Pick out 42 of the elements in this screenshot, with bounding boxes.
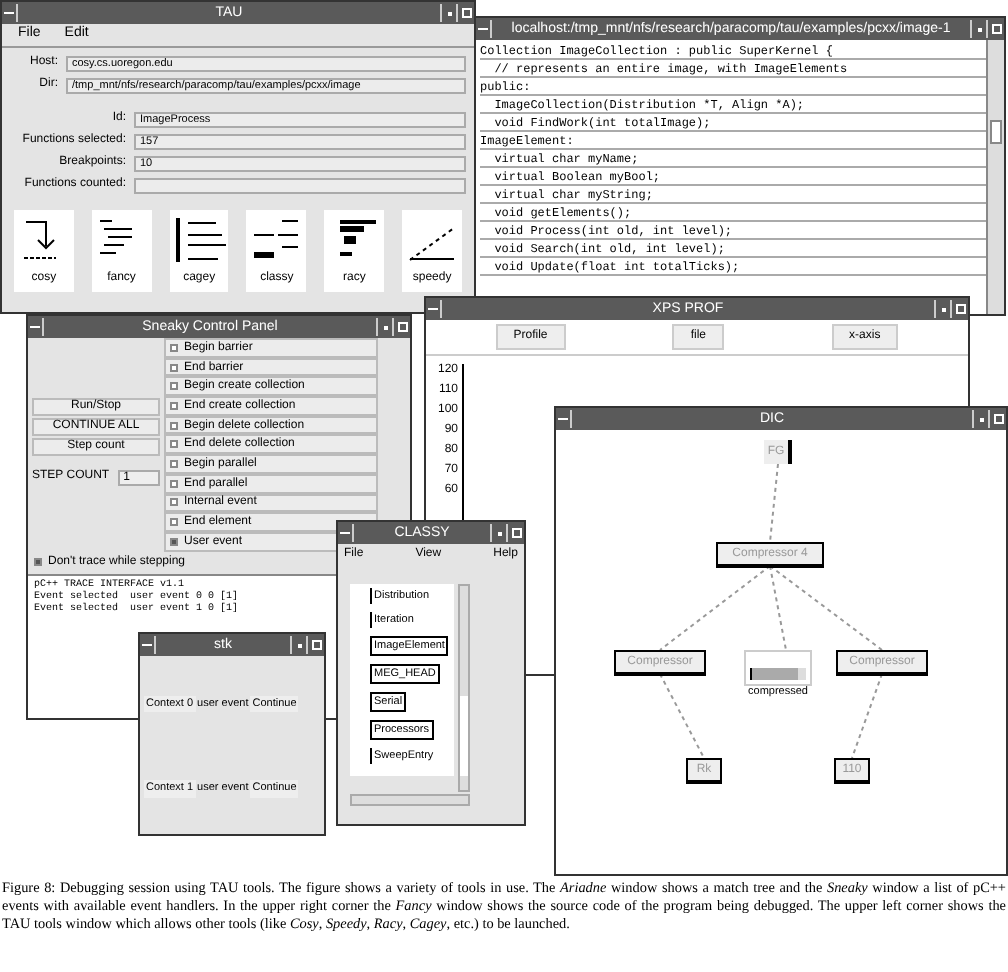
- window-menu-icon[interactable]: [338, 524, 354, 542]
- minimize-icon[interactable]: [970, 20, 986, 38]
- minimize-icon[interactable]: [376, 318, 392, 336]
- minimize-icon[interactable]: [934, 300, 950, 318]
- window-menu-icon[interactable]: [476, 20, 492, 38]
- tool-icon: [250, 216, 303, 264]
- window-menu-icon[interactable]: [2, 4, 18, 22]
- checkbox[interactable]: [170, 518, 178, 527]
- connector-line: [659, 673, 705, 759]
- maximize-icon[interactable]: [392, 318, 410, 336]
- checkbox[interactable]: [170, 537, 178, 546]
- checkbox[interactable]: [34, 558, 42, 567]
- maximize-icon[interactable]: [986, 20, 1004, 38]
- text-field[interactable]: [134, 177, 466, 193]
- scrollbar[interactable]: [986, 40, 1004, 314]
- horizontal-scrollbar[interactable]: [350, 794, 470, 806]
- window-menu-icon[interactable]: [28, 318, 44, 336]
- checkbox[interactable]: [170, 421, 178, 430]
- connector-line: [851, 673, 883, 759]
- checkbox[interactable]: [170, 440, 178, 449]
- minimize-icon[interactable]: [290, 636, 306, 654]
- checkbox[interactable]: [170, 498, 178, 507]
- minimize-icon[interactable]: [490, 524, 506, 542]
- tool-icon: [173, 216, 226, 264]
- minimize-icon[interactable]: [972, 410, 988, 428]
- checkbox[interactable]: [170, 401, 178, 410]
- maximize-icon[interactable]: [506, 524, 524, 542]
- window-menu-icon[interactable]: [426, 300, 442, 318]
- checkbox[interactable]: [170, 459, 178, 468]
- maximize-icon[interactable]: [950, 300, 968, 318]
- checkbox[interactable]: [170, 479, 178, 488]
- checkbox[interactable]: [170, 343, 178, 352]
- window-menu-icon[interactable]: [140, 636, 156, 654]
- minimize-icon[interactable]: [440, 4, 456, 22]
- checkbox[interactable]: [170, 382, 178, 391]
- scrollbar[interactable]: [458, 584, 470, 792]
- gauge-node[interactable]: [744, 650, 812, 686]
- checkbox[interactable]: [170, 363, 178, 372]
- maximize-icon[interactable]: [306, 636, 324, 654]
- maximize-icon[interactable]: [988, 410, 1006, 428]
- window-menu-icon[interactable]: [556, 410, 572, 428]
- connector-line: [769, 463, 779, 543]
